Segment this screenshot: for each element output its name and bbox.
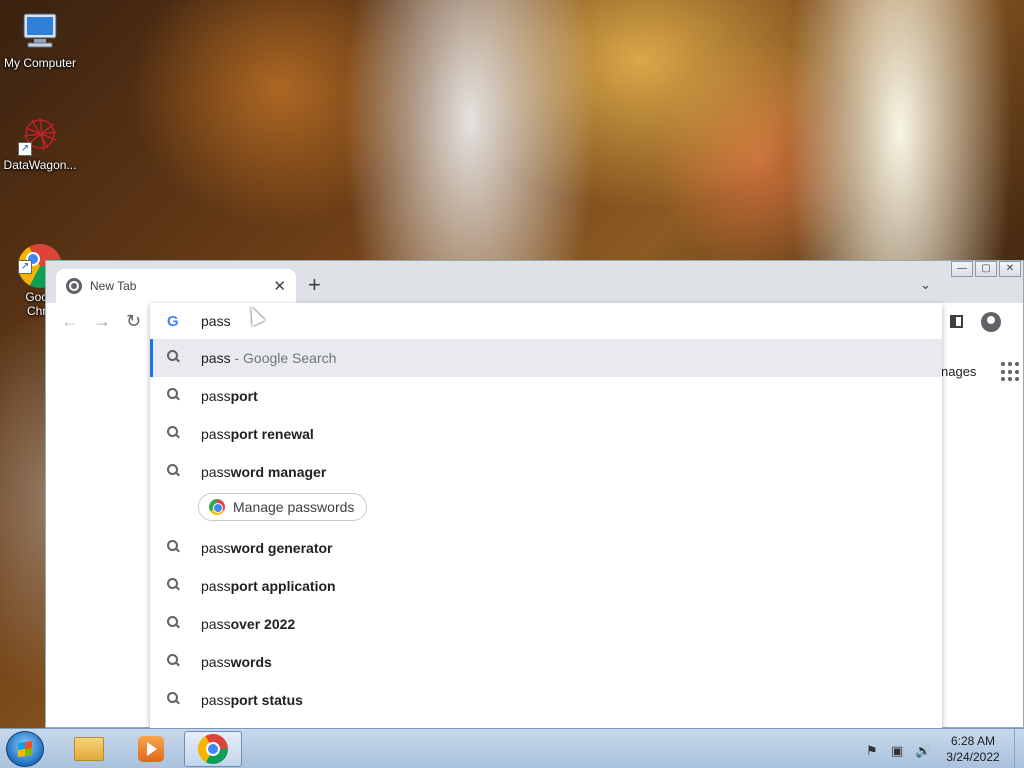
menu-button[interactable]: ⋮ bbox=[1018, 313, 1023, 331]
images-link[interactable]: nages bbox=[941, 364, 976, 379]
address-bar-input[interactable] bbox=[201, 309, 901, 333]
manage-passwords-button[interactable]: Manage passwords bbox=[198, 493, 368, 521]
maximize-button[interactable]: ▢ bbox=[975, 261, 997, 277]
show-desktop-button[interactable] bbox=[1014, 729, 1024, 768]
suggestion-item[interactable]: pass - Google Search bbox=[150, 339, 942, 377]
suggestion-item[interactable]: passport bbox=[150, 377, 942, 415]
minimize-button[interactable]: — bbox=[951, 261, 973, 277]
search-icon bbox=[167, 654, 179, 666]
chrome-icon bbox=[209, 499, 225, 515]
folder-icon bbox=[74, 737, 104, 761]
volume-icon[interactable]: 🔊 bbox=[915, 743, 931, 759]
taskbar-media-player-button[interactable] bbox=[122, 731, 180, 767]
taskbar-chrome-button[interactable] bbox=[184, 731, 242, 767]
search-icon bbox=[167, 540, 179, 552]
system-clock[interactable]: 6:28 AM 3/24/2022 bbox=[940, 733, 1006, 765]
reload-button[interactable]: ↻ bbox=[126, 312, 141, 330]
desktop-icon-my-computer[interactable]: My Computer bbox=[0, 10, 80, 70]
window-controls: — ▢ ✕ bbox=[951, 261, 1021, 277]
close-button[interactable]: ✕ bbox=[999, 261, 1021, 277]
network-icon[interactable]: ▣ bbox=[891, 743, 903, 759]
search-icon bbox=[167, 350, 179, 362]
tab-close-icon[interactable]: ✕ bbox=[273, 277, 286, 295]
datawagon-icon: ↗ bbox=[18, 112, 62, 156]
omnibox-dropdown: G pass - Google Search passport passport… bbox=[150, 303, 942, 728]
suggestion-item[interactable]: password generator bbox=[150, 529, 942, 567]
profile-avatar-icon[interactable] bbox=[981, 312, 1001, 332]
search-icon bbox=[167, 464, 179, 476]
suggestion-item[interactable]: password manager bbox=[150, 453, 942, 491]
omnibox-row: G bbox=[150, 303, 942, 339]
side-panel-icon[interactable] bbox=[950, 315, 963, 328]
suggestion-item[interactable]: passover 2022 bbox=[150, 605, 942, 643]
taskbar-explorer-button[interactable] bbox=[60, 731, 118, 767]
desktop-icon-datawagon[interactable]: ↗ DataWagon... bbox=[0, 112, 80, 172]
clock-time: 6:28 AM bbox=[950, 734, 996, 748]
desktop-icon-label: My Computer bbox=[3, 56, 77, 70]
tab-new-tab[interactable]: New Tab ✕ bbox=[56, 269, 296, 303]
tab-search-button[interactable]: ⌄ bbox=[920, 277, 931, 293]
manage-passwords-label: Manage passwords bbox=[233, 499, 355, 515]
search-icon bbox=[167, 692, 179, 704]
shortcut-arrow-icon: ↗ bbox=[18, 142, 32, 156]
tab-strip: New Tab ✕ + ⌄ — ▢ ✕ bbox=[46, 261, 1023, 303]
search-icon bbox=[167, 426, 179, 438]
new-tab-button[interactable]: + bbox=[308, 274, 321, 296]
computer-icon bbox=[18, 10, 62, 54]
suggestion-item[interactable]: passwords bbox=[150, 643, 942, 681]
back-button[interactable]: ← bbox=[61, 312, 79, 330]
chrome-favicon-icon bbox=[66, 278, 82, 294]
search-icon bbox=[167, 616, 179, 628]
chrome-icon bbox=[198, 734, 228, 764]
suggestion-item[interactable]: passport status bbox=[150, 681, 942, 719]
suggestion-item[interactable]: passport application bbox=[150, 567, 942, 605]
taskbar: ⚑ ▣ 🔊 6:28 AM 3/24/2022 bbox=[0, 728, 1024, 768]
google-icon: G bbox=[167, 313, 179, 330]
shortcut-arrow-icon: ↗ bbox=[18, 260, 32, 274]
flag-icon[interactable]: ⚑ bbox=[866, 743, 878, 759]
search-icon bbox=[167, 388, 179, 400]
clock-date: 3/24/2022 bbox=[946, 750, 1000, 764]
search-icon bbox=[167, 578, 179, 590]
start-orb-icon[interactable] bbox=[6, 731, 44, 767]
apps-grid-icon[interactable] bbox=[1001, 362, 1021, 382]
media-player-icon bbox=[138, 736, 164, 762]
tab-title: New Tab bbox=[90, 279, 137, 293]
forward-button[interactable]: → bbox=[93, 312, 111, 330]
suggestion-item[interactable]: passport renewal bbox=[150, 415, 942, 453]
desktop-icon-label: DataWagon... bbox=[3, 158, 77, 172]
